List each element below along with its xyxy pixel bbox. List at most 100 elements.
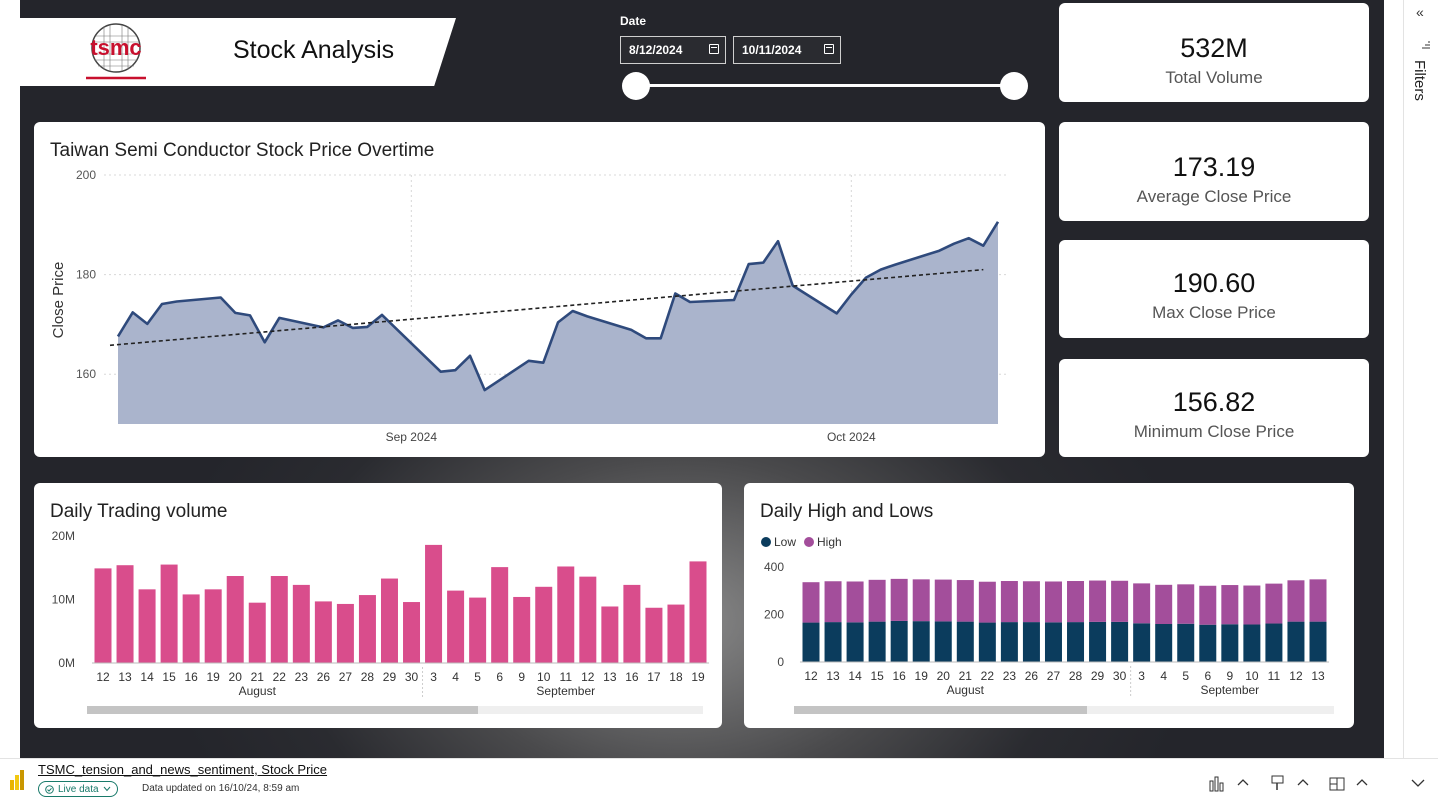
- end-date-input[interactable]: 10/11/2024: [733, 36, 841, 64]
- kpi-card-max-close[interactable]: 190.60 Max Close Price: [1059, 240, 1369, 338]
- legend-marker: [761, 537, 771, 547]
- volume-bar: [667, 604, 685, 663]
- low-bar: [802, 622, 820, 662]
- highlow-stacked-chart[interactable]: 0 200 400 Low High 12 13 14 15 16 19 20 21 22 23 26 27 28…: [744, 483, 1354, 728]
- x-tick-label: 21: [959, 669, 973, 683]
- low-bar: [1089, 621, 1107, 662]
- x-tick-label: 5: [1182, 669, 1189, 683]
- high-bar: [1177, 584, 1195, 624]
- high-bar: [802, 582, 820, 623]
- low-bar: [1133, 623, 1151, 662]
- calendar-icon[interactable]: [709, 44, 719, 54]
- page-title: Stock Analysis: [233, 36, 395, 64]
- volume-bar: [358, 595, 376, 663]
- report-name-link[interactable]: TSMC_tension_and_news_sentiment, Stock P…: [38, 762, 327, 777]
- kpi-card-average-close[interactable]: 173.19 Average Close Price: [1059, 122, 1369, 221]
- volume-bar-chart[interactable]: 0M 10M 20M 12 13 14 15 16 19 20 21 22 23 26 27 28 29 30 3 4…: [34, 483, 722, 728]
- start-date-input[interactable]: 8/12/2024: [620, 36, 726, 64]
- filters-label[interactable]: Filters: [1411, 60, 1428, 101]
- live-data-badge[interactable]: Live data: [38, 781, 118, 797]
- calendar-icon[interactable]: [824, 44, 834, 54]
- month-label: September: [1200, 683, 1259, 697]
- collapse-icon[interactable]: «: [1416, 4, 1424, 20]
- high-bar: [1287, 580, 1305, 622]
- filter-icon[interactable]: [1421, 40, 1431, 50]
- volume-bar: [380, 578, 398, 663]
- x-tick-label: 16: [184, 670, 198, 684]
- filters-pane[interactable]: [1403, 0, 1438, 758]
- low-bar: [1199, 624, 1217, 662]
- x-tick-label: 4: [1160, 669, 1167, 683]
- x-tick-label: 20: [937, 669, 951, 683]
- high-bar: [1243, 585, 1261, 625]
- low-bar: [1243, 624, 1261, 662]
- high-bar: [1111, 580, 1129, 622]
- x-tick-label: 19: [915, 669, 929, 683]
- x-tick-label: 6: [496, 670, 503, 684]
- y-tick-label: 200: [76, 168, 96, 182]
- x-tick-label: 22: [981, 669, 995, 683]
- chevron-down-icon[interactable]: [1410, 774, 1426, 792]
- high-bar: [1199, 585, 1217, 625]
- y-tick-label: 0: [777, 655, 784, 669]
- x-tick-label: 19: [207, 670, 221, 684]
- x-tick-label: 13: [118, 670, 132, 684]
- volume-bar: [403, 602, 421, 663]
- x-tick-label: 6: [1204, 669, 1211, 683]
- y-tick-label: 0M: [58, 656, 75, 670]
- x-tick-label: 20: [229, 670, 243, 684]
- x-tick-label: 10: [1245, 669, 1259, 683]
- x-tick-label: 22: [273, 670, 287, 684]
- layout-icon[interactable]: [1329, 774, 1371, 792]
- high-bar: [978, 581, 996, 623]
- x-tick-label: 12: [581, 670, 595, 684]
- volume-bar: [623, 584, 641, 663]
- low-bar: [846, 622, 864, 662]
- volume-chart-card[interactable]: Daily Trading volume 0M 10M 20M 12 13 14 15 16 1…: [34, 483, 722, 728]
- high-bar: [1133, 583, 1151, 624]
- volume-bar: [645, 607, 663, 663]
- high-bar: [956, 580, 974, 622]
- low-bar: [1221, 624, 1239, 662]
- slider-start-handle[interactable]: [622, 72, 650, 100]
- volume-bar: [270, 576, 288, 663]
- low-bar: [1265, 623, 1283, 662]
- y-tick-label: 400: [764, 560, 784, 574]
- date-range-slider[interactable]: [636, 84, 1014, 87]
- y-tick-label: 160: [76, 367, 96, 381]
- visual-stats-icon[interactable]: [1208, 774, 1252, 792]
- kpi-card-total-volume[interactable]: 532M Total Volume: [1059, 3, 1369, 102]
- high-bar: [1067, 581, 1085, 623]
- volume-bar: [204, 589, 222, 663]
- x-tick-label: 13: [1311, 669, 1325, 683]
- x-tick-label: 16: [892, 669, 906, 683]
- x-tick-label: 11: [1268, 669, 1281, 683]
- left-margin: [0, 0, 20, 758]
- x-tick-label: 12: [96, 670, 110, 684]
- x-tick-label: 4: [452, 670, 459, 684]
- format-painter-icon[interactable]: [1270, 774, 1312, 792]
- high-bar: [1089, 580, 1107, 622]
- low-bar: [1000, 622, 1018, 662]
- price-chart-card[interactable]: Taiwan Semi Conductor Stock Price Overti…: [34, 122, 1045, 457]
- x-tick-label: Oct 2024: [827, 430, 876, 444]
- kpi-card-min-close[interactable]: 156.82 Minimum Close Price: [1059, 359, 1369, 457]
- highlow-chart-card[interactable]: Daily High and Lows 0 200 400 Low High 12 13 14…: [744, 483, 1354, 728]
- volume-bar: [116, 565, 134, 663]
- y-tick-label: 180: [76, 268, 96, 282]
- date-slicer-label: Date: [620, 14, 647, 28]
- low-bar: [1155, 624, 1173, 662]
- volume-bar: [535, 586, 553, 663]
- legend-label: High: [817, 535, 842, 549]
- slider-end-handle[interactable]: [1000, 72, 1028, 100]
- price-area-chart[interactable]: 160 180 200 Sep 2024 Oct 2024 Close Price: [34, 122, 1045, 457]
- x-tick-label: 19: [691, 670, 705, 684]
- low-bar: [956, 621, 974, 662]
- chevron-down-icon: [103, 786, 110, 792]
- high-bar: [1022, 581, 1040, 623]
- end-date-value: 10/11/2024: [742, 43, 802, 57]
- high-bar: [868, 579, 886, 622]
- x-tick-label: 14: [848, 669, 862, 683]
- data-updated-text: Data updated on 16/10/24, 8:59 am: [142, 783, 300, 794]
- x-tick-label: 14: [140, 670, 154, 684]
